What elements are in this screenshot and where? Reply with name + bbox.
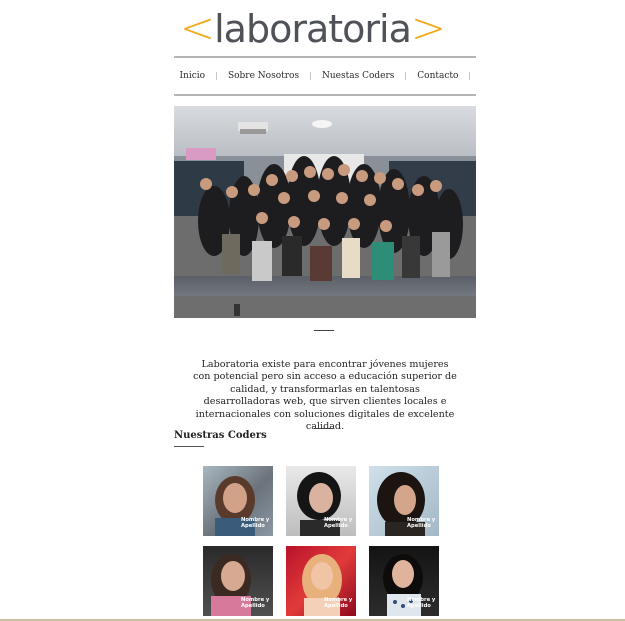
coder-card[interactable]: Nombre y Apellido bbox=[369, 546, 439, 616]
coder-name-label: Nombre y Apellido bbox=[241, 517, 270, 529]
about-paragraph: Laboratoria existe para encontrar jóvene… bbox=[193, 359, 457, 433]
hero-photo-illustration bbox=[174, 106, 476, 318]
coder-name-label: Nombre y Apellido bbox=[324, 517, 353, 529]
logo-text: laboratoria bbox=[214, 7, 412, 51]
nav-separator bbox=[216, 72, 217, 80]
coder-card[interactable]: Nombre y Apellido bbox=[203, 466, 273, 536]
nav-bottom-rule bbox=[174, 94, 476, 96]
section-title-underline bbox=[174, 446, 204, 447]
main-nav: Inicio Sobre Nosotros Nuestas Coders Con… bbox=[174, 66, 476, 86]
coder-name-label: Nombre y Apellido bbox=[407, 517, 436, 529]
divider-short bbox=[314, 330, 334, 331]
coder-name-label: Nombre y Apellido bbox=[241, 597, 270, 609]
coder-card[interactable]: Nombre y Apellido bbox=[203, 546, 273, 616]
coder-name-label: Nombre y Apellido bbox=[324, 597, 353, 609]
coder-card[interactable]: Nombre y Apellido bbox=[286, 466, 356, 536]
nav-item-nuestras-coders[interactable]: Nuestas Coders bbox=[322, 71, 394, 81]
logo-open-bracket: < bbox=[179, 3, 215, 52]
coder-name-label: Nombre y Apellido bbox=[407, 597, 436, 609]
nav-separator bbox=[405, 72, 407, 80]
divider-short bbox=[314, 428, 334, 429]
laboratoria-logo[interactable]: <laboratoria> bbox=[0, 3, 625, 52]
nav-separator bbox=[469, 72, 471, 80]
section-title-coders: Nuestras Coders bbox=[174, 430, 267, 441]
hero-group-photo bbox=[174, 106, 476, 318]
nav-top-rule bbox=[174, 56, 476, 58]
coder-card[interactable]: Nombre y Apellido bbox=[369, 466, 439, 536]
nav-item-sobre-nosotros[interactable]: Sobre Nosotros bbox=[228, 71, 299, 81]
nav-item-contacto[interactable]: Contacto bbox=[417, 71, 458, 81]
nav-item-inicio[interactable]: Inicio bbox=[179, 71, 205, 81]
logo-close-bracket: > bbox=[410, 3, 446, 52]
nav-separator bbox=[310, 72, 312, 80]
coder-card[interactable]: Nombre y Apellido bbox=[286, 546, 356, 616]
